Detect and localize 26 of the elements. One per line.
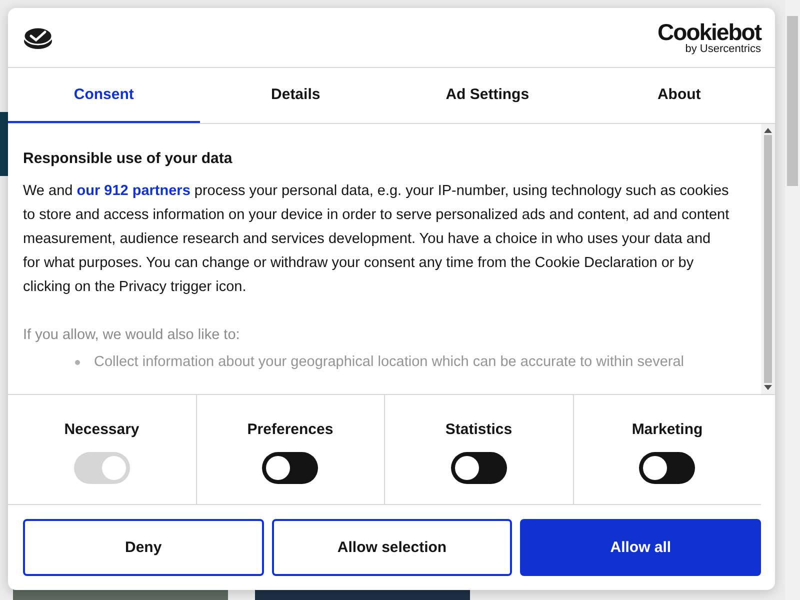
toggle-switch[interactable] (262, 452, 318, 484)
section-heading: Responsible use of your data (23, 150, 234, 167)
purpose-item: Collect information about your geographical location which can be accurate to within several (94, 354, 684, 370)
category-label: Marketing (632, 421, 703, 438)
scroll-down-icon (764, 385, 772, 390)
choice-button[interactable]: Allow selection (272, 519, 512, 576)
brand-logo: Cookiebot (658, 20, 761, 44)
choice-button[interactable]: Deny (23, 519, 264, 576)
allow-all-button[interactable]: Allow all (520, 519, 762, 576)
partners-link[interactable]: our 912 partners (76, 183, 190, 199)
brand-tagline: by Usercentrics (685, 44, 761, 54)
toggle-switch[interactable] (639, 452, 696, 484)
page-scrollbar[interactable] (785, 0, 800, 600)
bullet-icon (75, 360, 80, 364)
category-label: Statistics (445, 421, 512, 438)
consent-paragraph: We and our 912 partners process your personal data, e.g. your IP-number, using technology such as cookies to store and access information on your device in order to serve personalized ads and content, ad and content measurement, audience research and services development. You have a choice in who uses your data and for what purposes. You can change or withdraw your consent any time from the Cookie Declaration or by clicking on the Privacy trigger icon. (23, 182, 730, 297)
toggle-switch[interactable] (450, 452, 507, 484)
tab[interactable]: Ad Settings (392, 68, 584, 123)
cookie-check-icon (23, 26, 53, 50)
category-label: Preferences (247, 421, 334, 438)
intro-text: If you allow, we would also like to: (23, 326, 241, 345)
tab[interactable]: About (583, 68, 775, 123)
category-label: Necessary (64, 421, 140, 438)
tab[interactable]: Details (200, 68, 392, 123)
content-scrollbar[interactable] (761, 124, 775, 394)
tab[interactable]: Consent (8, 68, 200, 123)
